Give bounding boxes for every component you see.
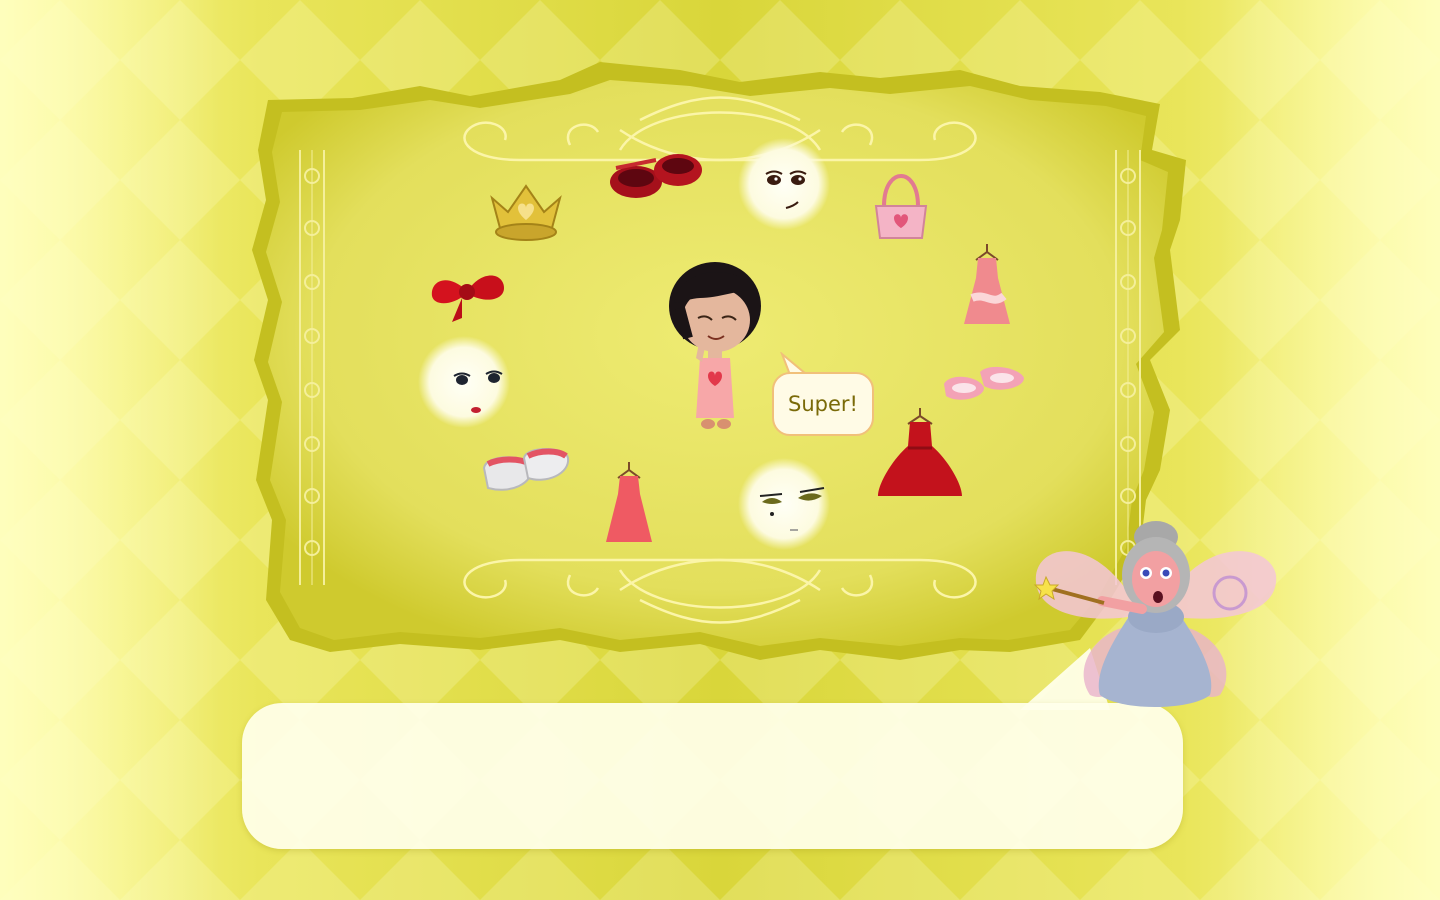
- speech-bubble: Super!: [772, 372, 874, 436]
- dress-icon: [964, 244, 1010, 324]
- pink-dress-item[interactable]: [956, 240, 1018, 330]
- pink-shoes-item[interactable]: [940, 362, 1028, 408]
- face-icon: [418, 336, 510, 428]
- white-shoes-item[interactable]: [480, 444, 572, 496]
- face-icon: [738, 138, 830, 230]
- doll-avatar[interactable]: [660, 258, 770, 438]
- bow-icon: [431, 275, 504, 322]
- face-smile-item[interactable]: [416, 334, 512, 430]
- face-icon: [738, 458, 830, 550]
- speech-bubble-text: Super!: [788, 392, 858, 416]
- crown-icon: [490, 184, 562, 241]
- gown-icon: [878, 408, 962, 496]
- game-stage: Super!: [0, 0, 1440, 900]
- red-bow-item[interactable]: [426, 262, 508, 328]
- dress-icon: [606, 462, 652, 542]
- crown-item[interactable]: [486, 178, 566, 242]
- shoes-icon: [482, 448, 570, 491]
- red-shoes-item[interactable]: [606, 146, 706, 202]
- red-shoes-icon: [610, 154, 702, 198]
- shoes-icon: [944, 366, 1024, 400]
- dialog-box[interactable]: [242, 703, 1183, 849]
- face-happy-item[interactable]: [736, 136, 832, 232]
- face-wink-item[interactable]: [736, 456, 832, 552]
- red-dress-item[interactable]: [600, 458, 658, 548]
- red-gown-item[interactable]: [874, 404, 966, 504]
- handbag-icon: [874, 174, 928, 239]
- fairy-godmother[interactable]: [1030, 515, 1280, 715]
- pink-handbag-item[interactable]: [870, 166, 932, 244]
